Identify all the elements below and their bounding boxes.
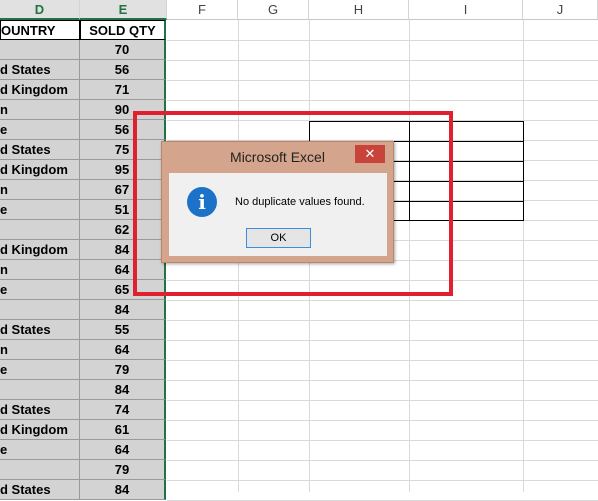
country-cell[interactable]: e [0, 200, 80, 220]
country-cell[interactable]: d Kingdom [0, 420, 80, 440]
gridline [167, 420, 598, 421]
gridline [167, 80, 598, 81]
country-cell[interactable]: e [0, 280, 80, 300]
column-header-d[interactable]: D [0, 0, 80, 20]
sold-qty-cell[interactable]: 84 [80, 380, 166, 400]
gridline [167, 480, 598, 481]
sold-qty-cell[interactable]: 79 [80, 360, 166, 380]
sold-qty-cell[interactable]: 61 [80, 420, 166, 440]
gridline [167, 460, 598, 461]
sold-qty-cell[interactable]: 74 [80, 400, 166, 420]
sold-qty-cell[interactable]: 64 [80, 440, 166, 460]
column-header-j[interactable]: J [523, 0, 598, 20]
country-cell[interactable]: d Kingdom [0, 80, 80, 100]
country-cell[interactable]: e [0, 440, 80, 460]
message-dialog: Microsoft Excel ✕ i No duplicate values … [161, 141, 394, 263]
country-cell[interactable]: d States [0, 60, 80, 80]
country-cell[interactable]: e [0, 120, 80, 140]
sold-qty-cell[interactable]: 55 [80, 320, 166, 340]
country-cell[interactable] [0, 380, 80, 400]
country-cell[interactable]: n [0, 100, 80, 120]
country-cell[interactable]: d Kingdom [0, 240, 80, 260]
sold-qty-cell[interactable]: 70 [80, 40, 166, 60]
header-country[interactable]: OUNTRY [0, 20, 80, 40]
country-cell[interactable]: d Kingdom [0, 160, 80, 180]
country-cell[interactable]: n [0, 260, 80, 280]
dialog-message: No duplicate values found. [235, 196, 365, 208]
country-cell[interactable] [0, 300, 80, 320]
column-header-i[interactable]: I [409, 0, 523, 20]
gridline [167, 360, 598, 361]
country-cell[interactable] [0, 220, 80, 240]
column-header-g[interactable]: G [238, 0, 309, 20]
dialog-body: i No duplicate values found. OK [169, 173, 387, 256]
country-cell[interactable]: n [0, 180, 80, 200]
country-cell[interactable]: d States [0, 320, 80, 340]
gridline [167, 320, 598, 321]
country-cell[interactable] [0, 40, 80, 60]
sold-qty-cell[interactable]: 56 [80, 60, 166, 80]
sold-qty-cell[interactable]: 84 [80, 480, 166, 500]
gridline [167, 400, 598, 401]
info-icon: i [187, 187, 217, 217]
sold-qty-cell[interactable]: 84 [80, 300, 166, 320]
sold-qty-cell[interactable]: 64 [80, 340, 166, 360]
gridline [167, 40, 598, 41]
country-cell[interactable]: n [0, 340, 80, 360]
sold-qty-cell[interactable]: 79 [80, 460, 166, 480]
ok-button[interactable]: OK [246, 228, 311, 248]
country-cell[interactable]: d States [0, 400, 80, 420]
column-header-h[interactable]: H [309, 0, 409, 20]
gridline [167, 60, 598, 61]
close-button[interactable]: ✕ [355, 145, 385, 163]
column-header-e[interactable]: E [80, 0, 167, 20]
country-cell[interactable]: d States [0, 140, 80, 160]
country-cell[interactable]: e [0, 360, 80, 380]
gridline [523, 20, 524, 492]
gridline [167, 340, 598, 341]
country-cell[interactable] [0, 460, 80, 480]
gridline [167, 100, 598, 101]
gridline [167, 380, 598, 381]
header-sold-qty[interactable]: SOLD QTY [80, 20, 166, 40]
column-header-f[interactable]: F [167, 0, 238, 20]
gridline [167, 440, 598, 441]
country-cell[interactable]: d States [0, 480, 80, 500]
gridline [167, 300, 598, 301]
sold-qty-cell[interactable]: 71 [80, 80, 166, 100]
